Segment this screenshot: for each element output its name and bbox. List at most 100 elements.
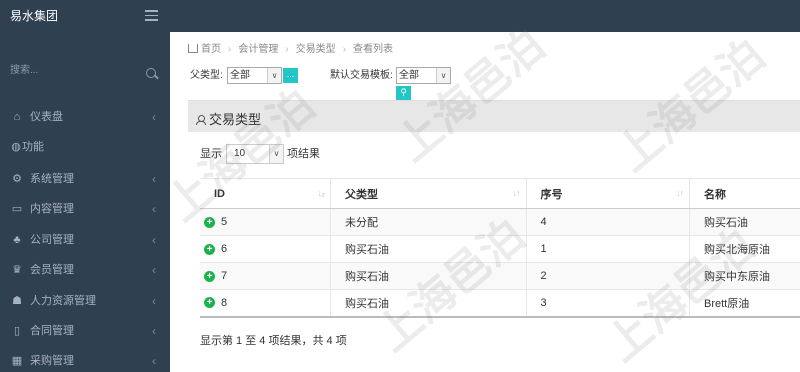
- user-icon: [196, 115, 206, 125]
- cell-id-text: 8: [221, 296, 228, 309]
- panel-title-text: 交易类型: [209, 112, 262, 127]
- home-icon[interactable]: [188, 44, 198, 53]
- breadcrumb-item-view-list: 查看列表: [353, 44, 394, 55]
- chevron-left-icon: ‹: [152, 324, 156, 338]
- sidebar-item-label: 仪表盘: [30, 111, 63, 123]
- table-header-row: ID ↓₂ 父类型 ↓↑ 序号 ↓↑ 名称: [200, 178, 800, 209]
- default-template-select[interactable]: 全部 ∨: [396, 67, 451, 84]
- menu-toggle-icon[interactable]: [145, 10, 158, 21]
- cell-name: 购买北海原油: [688, 235, 800, 263]
- sidebar-search-input[interactable]: 搜索...: [4, 57, 164, 85]
- cell-name: 购买中东原油: [688, 262, 800, 290]
- cell-parent: 购买石油: [330, 235, 526, 263]
- cell-id-text: 5: [221, 216, 228, 228]
- sidebar-item-functions[interactable]: ◍ 功能: [0, 132, 170, 162]
- sidebar-item-label: 功能: [22, 141, 44, 153]
- sidebar-item-purchasing[interactable]: ▦ 采购管理 ‹: [0, 346, 170, 372]
- chevron-down-icon: ∨: [267, 68, 281, 83]
- parent-type-more-button[interactable]: ...: [283, 68, 298, 83]
- cell-id-text: 7: [221, 270, 228, 282]
- column-label: 父类型: [345, 188, 378, 201]
- parent-type-select[interactable]: 全部 ∨: [227, 67, 282, 84]
- chevron-left-icon: ‹: [152, 110, 156, 124]
- column-label: 名称: [703, 188, 726, 201]
- file-icon: ▯: [13, 325, 21, 337]
- sidebar-item-label: 会员管理: [30, 264, 74, 276]
- default-template-value: 全部: [399, 70, 419, 81]
- breadcrumb-separator: ›: [342, 44, 347, 55]
- search-button[interactable]: ⚲: [396, 86, 411, 100]
- column-header-name[interactable]: 名称: [688, 178, 800, 209]
- show-suffix: 项结果: [287, 148, 320, 160]
- keyboard-icon: ▭: [11, 203, 23, 215]
- sidebar-item-company[interactable]: ♣ 公司管理 ‹: [0, 225, 170, 255]
- sitemap-icon: ♣: [13, 234, 21, 246]
- cell-sequence: 1: [525, 235, 690, 263]
- cogs-icon: ⚙: [12, 173, 22, 185]
- sidebar: 搜索... ⌂ 仪表盘 ‹ ◍ 功能 ⚙ 系统管理 ‹ ▭ 内容管理 ‹ ♣ 公…: [0, 32, 170, 372]
- home-icon: ⌂: [13, 111, 21, 123]
- cell-id: +7: [200, 262, 331, 290]
- breadcrumb-item-accounting[interactable]: 会计管理: [238, 44, 278, 55]
- column-label: 序号: [540, 188, 563, 201]
- cell-name: 购买石油: [688, 208, 800, 236]
- cell-parent: 未分配: [330, 208, 526, 236]
- sidebar-item-dashboard[interactable]: ⌂ 仪表盘 ‹: [0, 102, 170, 132]
- table-row[interactable]: +6 购买石油 1 购买北海原油: [200, 235, 800, 263]
- sidebar-item-system[interactable]: ⚙ 系统管理 ‹: [0, 164, 170, 194]
- chevron-down-icon: ∨: [436, 68, 450, 83]
- sort-icon: ↓↑: [512, 188, 521, 198]
- table-row[interactable]: +5 未分配 4 购买石油: [200, 208, 800, 236]
- expand-row-icon[interactable]: +: [204, 216, 215, 228]
- expand-row-icon[interactable]: +: [204, 243, 215, 255]
- column-header-parent-type[interactable]: 父类型 ↓↑: [330, 178, 526, 209]
- cell-sequence: 3: [525, 289, 690, 318]
- breadcrumb: 首页 › 会计管理 › 交易类型 › 查看列表: [188, 42, 393, 58]
- chevron-left-icon: ‹: [152, 233, 156, 247]
- cell-id: +6: [200, 235, 331, 263]
- parent-type-value: 全部: [230, 70, 250, 81]
- breadcrumb-item-transaction-type[interactable]: 交易类型: [296, 44, 336, 55]
- page-length-value: 10: [234, 148, 246, 159]
- default-template-label: 默认交易模板:: [330, 70, 393, 81]
- chevron-down-icon: ∨: [269, 145, 283, 163]
- cell-id: +5: [200, 208, 331, 236]
- cell-name: Brett原油: [688, 289, 800, 318]
- chevron-left-icon: ‹: [152, 263, 156, 277]
- search-icon[interactable]: [146, 68, 156, 78]
- table-icon: ▦: [11, 355, 23, 367]
- sort-icon: ↓↑: [675, 188, 684, 198]
- column-header-id[interactable]: ID ↓₂: [200, 178, 331, 209]
- panel-title: 交易类型: [196, 109, 261, 128]
- column-label: ID: [214, 187, 225, 200]
- sort-desc-icon: ↓₂: [317, 188, 325, 198]
- users-icon: ☗: [12, 295, 22, 307]
- sidebar-item-label: 人力资源管理: [30, 295, 96, 307]
- trophy-icon: ♛: [12, 264, 22, 276]
- parent-type-label: 父类型:: [190, 70, 223, 81]
- sidebar-item-label: 系统管理: [30, 173, 74, 185]
- expand-row-icon[interactable]: +: [204, 270, 215, 282]
- breadcrumb-item-home[interactable]: 首页: [201, 44, 221, 55]
- chevron-left-icon: ‹: [152, 172, 156, 186]
- panel-header: 交易类型: [188, 100, 800, 132]
- page-length-select[interactable]: 10 ∨: [226, 144, 284, 164]
- sidebar-item-content[interactable]: ▭ 内容管理 ‹: [0, 194, 170, 224]
- breadcrumb-separator: ›: [228, 44, 232, 55]
- expand-row-icon[interactable]: +: [204, 297, 215, 309]
- cell-sequence: 2: [525, 262, 690, 290]
- table-row[interactable]: +8 购买石油 3 Brett原油: [200, 289, 800, 318]
- cell-id: +8: [200, 289, 331, 318]
- sidebar-item-members[interactable]: ♛ 会员管理 ‹: [0, 255, 170, 285]
- column-header-sequence[interactable]: 序号 ↓↑: [525, 178, 690, 209]
- cell-parent: 购买石油: [330, 262, 526, 290]
- table-row[interactable]: +7 购买石油 2 购买中东原油: [200, 262, 800, 290]
- sidebar-item-label: 内容管理: [30, 203, 74, 215]
- chevron-left-icon: ‹: [152, 294, 156, 308]
- table-info: 显示第 1 至 4 项结果，共 4 项: [200, 335, 347, 347]
- sidebar-item-hr[interactable]: ☗ 人力资源管理 ‹: [0, 286, 170, 316]
- sidebar-item-label: 采购管理: [30, 355, 74, 367]
- sidebar-item-contracts[interactable]: ▯ 合同管理 ‹: [0, 316, 170, 346]
- cell-parent: 购买石油: [330, 289, 526, 318]
- chevron-left-icon: ‹: [152, 202, 156, 216]
